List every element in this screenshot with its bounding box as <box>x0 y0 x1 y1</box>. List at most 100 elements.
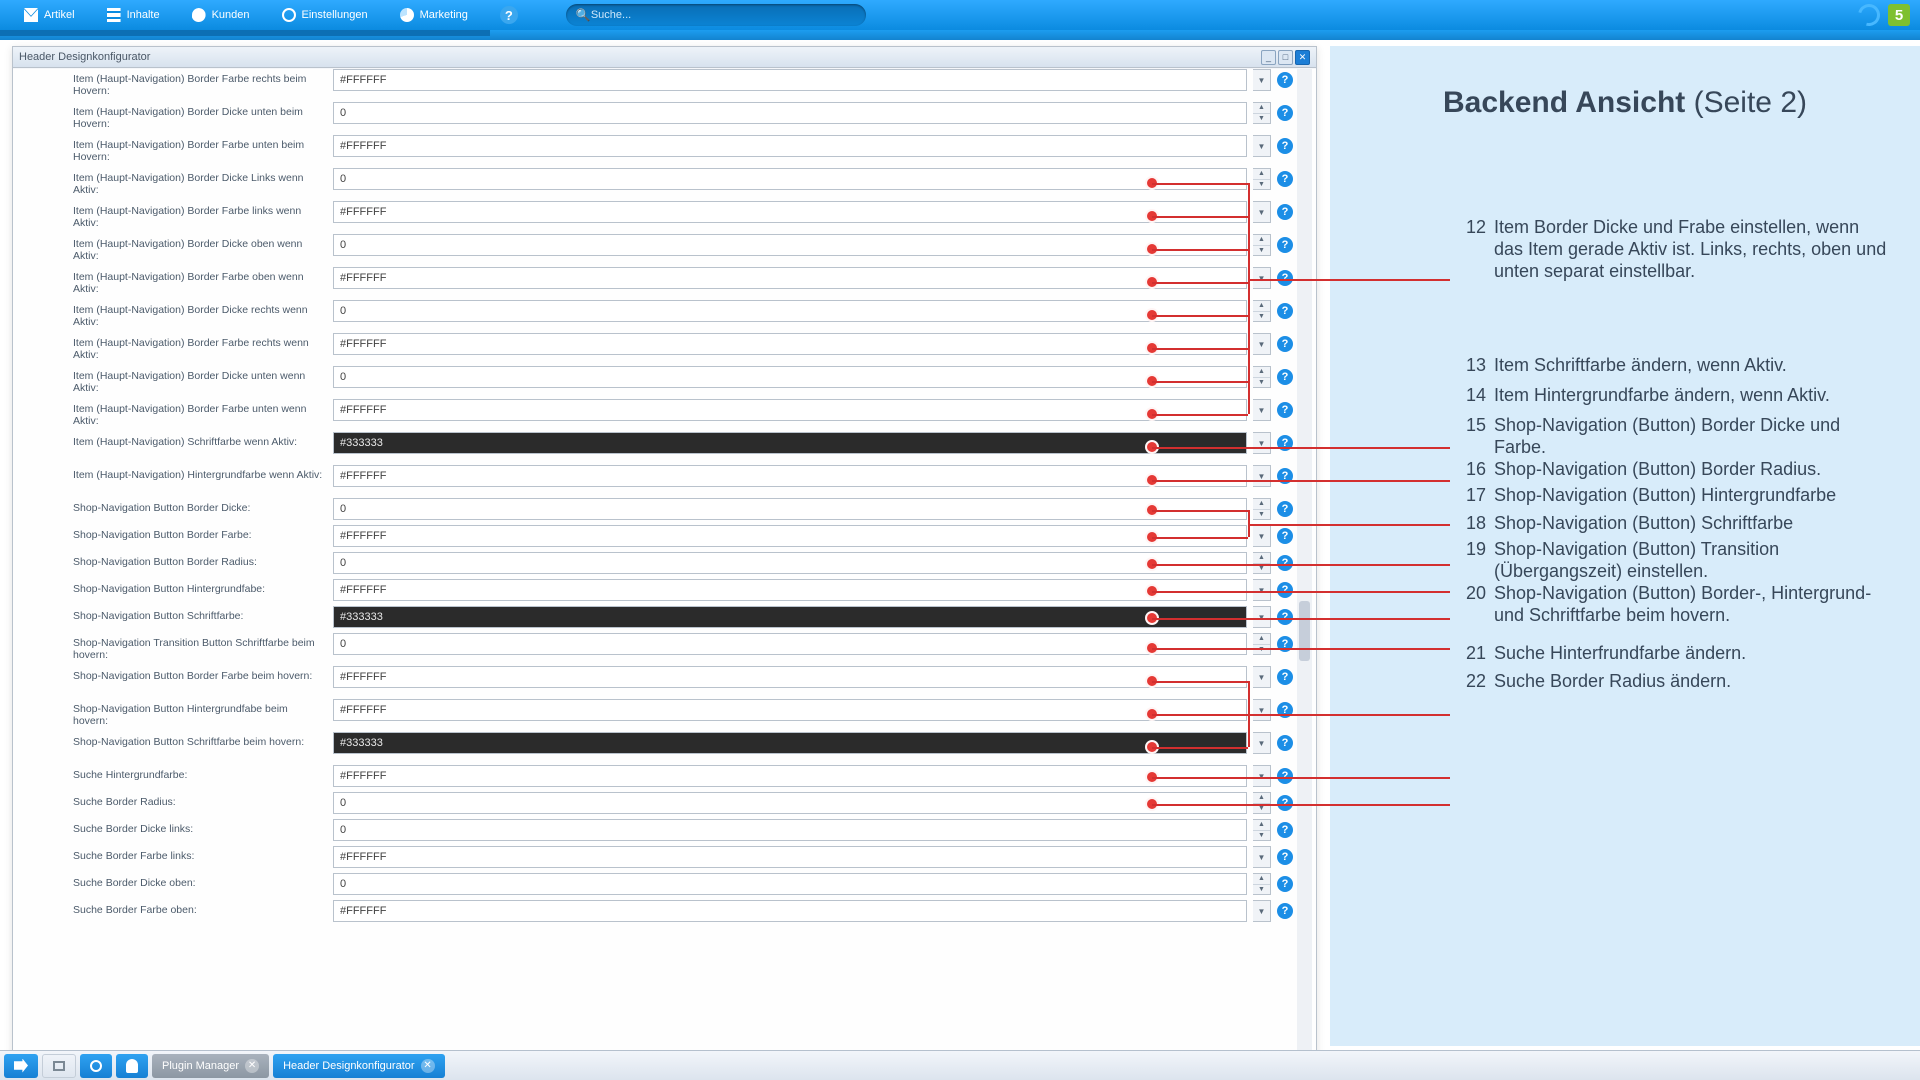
spinner-buttons[interactable]: ▲▼ <box>1253 633 1271 655</box>
dropdown-toggle[interactable]: ▼ <box>1253 699 1271 721</box>
global-search[interactable]: 🔍 <box>566 4 866 26</box>
taskbar-logout-button[interactable] <box>4 1054 38 1078</box>
scrollbar-thumb[interactable] <box>1299 601 1310 661</box>
spinner-buttons[interactable]: ▲▼ <box>1253 819 1271 841</box>
chevron-down-icon[interactable]: ▼ <box>1253 378 1270 388</box>
dropdown-toggle[interactable]: ▼ <box>1253 333 1271 355</box>
close-icon[interactable]: ✕ <box>421 1059 435 1073</box>
dropdown-toggle[interactable]: ▼ <box>1253 732 1271 754</box>
chevron-down-icon[interactable]: ▼ <box>1253 645 1270 655</box>
field-help-button[interactable]: ? <box>1277 876 1293 892</box>
chevron-down-icon[interactable]: ▼ <box>1253 510 1270 520</box>
dropdown-toggle[interactable]: ▼ <box>1253 765 1271 787</box>
dropdown-toggle[interactable]: ▼ <box>1253 399 1271 421</box>
dropdown-toggle[interactable]: ▼ <box>1253 666 1271 688</box>
taskbar-clock-button[interactable] <box>80 1054 112 1078</box>
color-input[interactable] <box>333 135 1247 157</box>
close-icon[interactable]: ✕ <box>245 1059 259 1073</box>
number-input[interactable] <box>333 234 1247 256</box>
chevron-up-icon[interactable]: ▲ <box>1253 874 1270 885</box>
chevron-down-icon[interactable]: ▼ <box>1253 312 1270 322</box>
chevron-up-icon[interactable]: ▲ <box>1253 820 1270 831</box>
color-input[interactable] <box>333 465 1247 487</box>
chevron-down-icon[interactable]: ▼ <box>1253 246 1270 256</box>
menu-help[interactable]: ? <box>486 0 532 30</box>
chevron-down-icon[interactable]: ▼ <box>1253 564 1270 574</box>
field-help-button[interactable]: ? <box>1277 702 1293 718</box>
field-help-button[interactable]: ? <box>1277 903 1293 919</box>
color-input[interactable] <box>333 525 1247 547</box>
chevron-up-icon[interactable]: ▲ <box>1253 235 1270 246</box>
field-help-button[interactable]: ? <box>1277 171 1293 187</box>
field-help-button[interactable]: ? <box>1277 582 1293 598</box>
chevron-down-icon[interactable]: ▼ <box>1253 804 1270 814</box>
field-help-button[interactable]: ? <box>1277 849 1293 865</box>
spinner-buttons[interactable]: ▲▼ <box>1253 102 1271 124</box>
color-input[interactable] <box>333 666 1247 688</box>
spinner-buttons[interactable]: ▲▼ <box>1253 873 1271 895</box>
field-help-button[interactable]: ? <box>1277 72 1293 88</box>
chevron-up-icon[interactable]: ▲ <box>1253 103 1270 114</box>
chevron-up-icon[interactable]: ▲ <box>1253 169 1270 180</box>
dropdown-toggle[interactable]: ▼ <box>1253 135 1271 157</box>
color-input[interactable] <box>333 699 1247 721</box>
dropdown-toggle[interactable]: ▼ <box>1253 525 1271 547</box>
color-input[interactable] <box>333 201 1247 223</box>
dropdown-toggle[interactable]: ▼ <box>1253 465 1271 487</box>
number-input[interactable] <box>333 300 1247 322</box>
field-help-button[interactable]: ? <box>1277 468 1293 484</box>
dropdown-toggle[interactable]: ▼ <box>1253 606 1271 628</box>
taskbar-tab-plugin-manager[interactable]: Plugin Manager✕ <box>152 1054 269 1078</box>
field-help-button[interactable]: ? <box>1277 735 1293 751</box>
menu-inhalte[interactable]: Inhalte <box>93 0 174 30</box>
number-input[interactable] <box>333 366 1247 388</box>
field-help-button[interactable]: ? <box>1277 105 1293 121</box>
chevron-down-icon[interactable]: ▼ <box>1253 180 1270 190</box>
spinner-buttons[interactable]: ▲▼ <box>1253 300 1271 322</box>
color-input[interactable] <box>333 900 1247 922</box>
chevron-up-icon[interactable]: ▲ <box>1253 499 1270 510</box>
chevron-up-icon[interactable]: ▲ <box>1253 553 1270 564</box>
field-help-button[interactable]: ? <box>1277 138 1293 154</box>
window-minimize-button[interactable]: _ <box>1261 50 1276 65</box>
window-maximize-button[interactable]: □ <box>1278 50 1293 65</box>
color-input[interactable] <box>333 732 1247 754</box>
field-help-button[interactable]: ? <box>1277 822 1293 838</box>
search-input[interactable] <box>591 9 856 21</box>
dropdown-toggle[interactable]: ▼ <box>1253 69 1271 91</box>
chevron-up-icon[interactable]: ▲ <box>1253 793 1270 804</box>
field-help-button[interactable]: ? <box>1277 336 1293 352</box>
color-input[interactable] <box>333 267 1247 289</box>
dropdown-toggle[interactable]: ▼ <box>1253 432 1271 454</box>
field-help-button[interactable]: ? <box>1277 402 1293 418</box>
field-help-button[interactable]: ? <box>1277 237 1293 253</box>
dropdown-toggle[interactable]: ▼ <box>1253 846 1271 868</box>
field-help-button[interactable]: ? <box>1277 636 1293 652</box>
chevron-up-icon[interactable]: ▲ <box>1253 301 1270 312</box>
taskbar-tab-header-config[interactable]: Header Designkonfigurator✕ <box>273 1054 444 1078</box>
menu-kunden[interactable]: Kunden <box>178 0 264 30</box>
number-input[interactable] <box>333 498 1247 520</box>
number-input[interactable] <box>333 819 1247 841</box>
color-input[interactable] <box>333 765 1247 787</box>
color-input[interactable] <box>333 432 1247 454</box>
field-help-button[interactable]: ? <box>1277 369 1293 385</box>
chevron-up-icon[interactable]: ▲ <box>1253 634 1270 645</box>
field-help-button[interactable]: ? <box>1277 204 1293 220</box>
chevron-up-icon[interactable]: ▲ <box>1253 367 1270 378</box>
field-help-button[interactable]: ? <box>1277 768 1293 784</box>
chevron-down-icon[interactable]: ▼ <box>1253 885 1270 895</box>
color-input[interactable] <box>333 399 1247 421</box>
field-help-button[interactable]: ? <box>1277 609 1293 625</box>
color-input[interactable] <box>333 69 1247 91</box>
field-help-button[interactable]: ? <box>1277 501 1293 517</box>
dropdown-toggle[interactable]: ▼ <box>1253 579 1271 601</box>
dropdown-toggle[interactable]: ▼ <box>1253 267 1271 289</box>
spinner-buttons[interactable]: ▲▼ <box>1253 234 1271 256</box>
number-input[interactable] <box>333 168 1247 190</box>
menu-einstellungen[interactable]: Einstellungen <box>268 0 382 30</box>
number-input[interactable] <box>333 102 1247 124</box>
window-close-button[interactable]: ✕ <box>1295 50 1310 65</box>
spinner-buttons[interactable]: ▲▼ <box>1253 792 1271 814</box>
dropdown-toggle[interactable]: ▼ <box>1253 900 1271 922</box>
